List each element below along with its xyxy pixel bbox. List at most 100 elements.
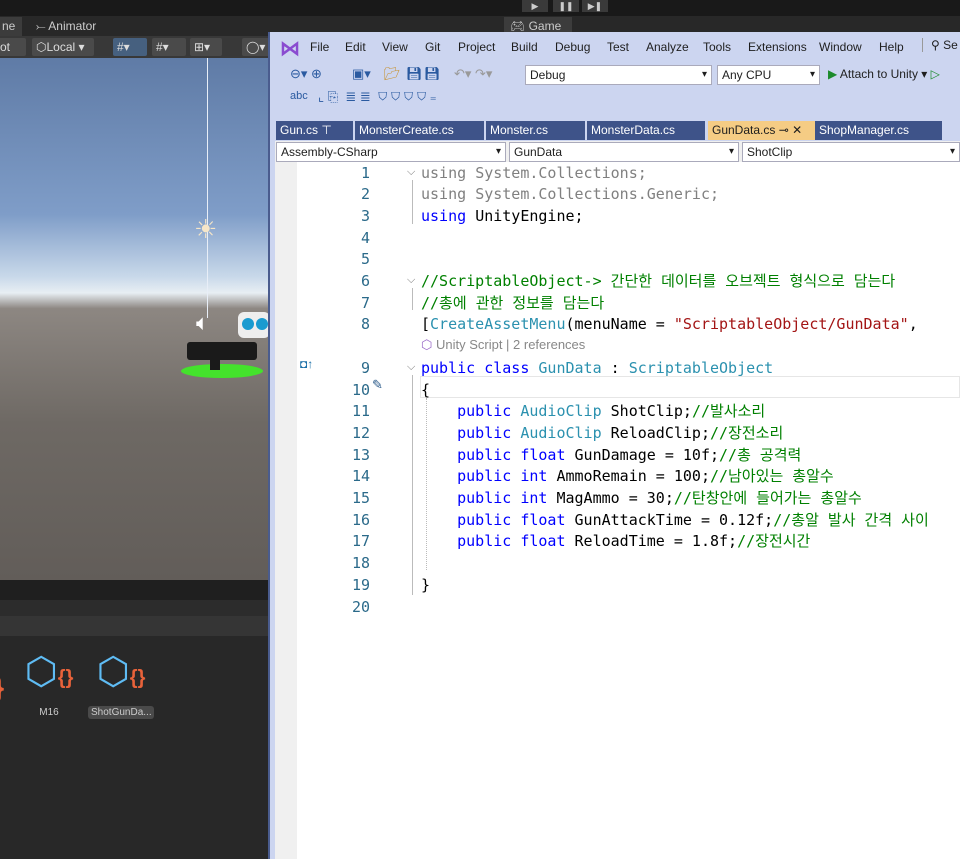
menu-window[interactable]: Window [819, 40, 862, 54]
tab-shopmanager-cs[interactable]: ShopManager.cs [815, 121, 942, 140]
gun-model[interactable] [187, 342, 257, 360]
line-number: 20 [351, 597, 370, 616]
menu-debug[interactable]: Debug [555, 40, 590, 54]
space-dropdown[interactable]: ⬡Local ▾ [32, 38, 94, 56]
platform-dropdown[interactable]: Any CPU [717, 65, 820, 85]
code-token: ShotClip; [601, 402, 692, 421]
scene-view[interactable]: ☀ 🔈︎ [0, 58, 270, 580]
configuration-dropdown[interactable]: Debug [525, 65, 712, 85]
code-token: //발사소리 [691, 402, 766, 421]
fold-toggle-icon[interactable]: ⌵ [407, 361, 415, 374]
code-token: { [421, 380, 431, 399]
fold-guide [412, 375, 413, 595]
search-button[interactable]: ⚲ Se [922, 38, 958, 52]
code-token: UnityEngine; [475, 206, 584, 225]
code-line: [CreateAssetMenu(menuName = "ScriptableO… [421, 313, 918, 335]
line-number: 7 [360, 293, 370, 312]
line-number: 15 [351, 489, 370, 507]
close-tab-icon[interactable]: ⊸ ✕ [775, 123, 802, 137]
menu-tools[interactable]: Tools [703, 40, 731, 54]
tab-monstercreate-cs[interactable]: MonsterCreate.cs [355, 121, 484, 140]
code-token: MagAmmo = 30; [547, 489, 674, 507]
tab-gun-cs[interactable]: Gun.cs ⊤ [276, 121, 353, 140]
quick-action-icon[interactable]: ✎ [372, 377, 383, 393]
open-file-icon[interactable]: 📂︎ [384, 66, 401, 82]
codelens[interactable]: ⬡ Unity Script | 2 references [421, 337, 585, 353]
spellcheck-icon[interactable]: abc [290, 90, 308, 102]
code-token: ReloadClip; [601, 423, 710, 442]
play-icon: ▶ [828, 67, 840, 81]
project-toolbar [0, 600, 270, 616]
code-line: using System.Collections.Generic; [421, 183, 719, 205]
tab-animator[interactable]: ⤚ Animator [30, 17, 102, 36]
audio-source-icon: 🔈︎ [196, 310, 210, 335]
menu-edit[interactable]: Edit [345, 40, 366, 54]
menu-git[interactable]: Git [425, 40, 440, 54]
code-token: int [520, 467, 548, 486]
fold-guide [412, 180, 413, 224]
code-token: //남아있는 총알수 [710, 467, 834, 486]
increment-snap-button[interactable]: #▾ [152, 38, 186, 56]
pin-icon[interactable]: ⊤ [318, 123, 331, 137]
code-token: using [421, 206, 476, 225]
asset-m16[interactable]: ⬡{} M16 [16, 648, 82, 719]
line-number: 9 [360, 358, 370, 377]
member-dropdown[interactable]: ShotClip [742, 142, 960, 162]
menu-analyze[interactable]: Analyze [646, 40, 689, 54]
line-number: 1 [360, 163, 370, 182]
code-line: //총에 관한 정보를 담는다 [421, 292, 604, 314]
code-token: public [421, 402, 521, 421]
code-line: public int AmmoRemain = 100;//남아있는 총알수 [421, 465, 834, 487]
save-icon[interactable]: 💾︎ [406, 66, 423, 82]
pause-button[interactable]: ❚❚ [553, 0, 579, 12]
tab-scene[interactable]: ne [0, 17, 22, 36]
code-token: float [520, 445, 566, 464]
tab-gundata-cs[interactable]: GunData.cs ⊸ ✕ [708, 121, 815, 140]
tab-monsterdata-cs[interactable]: MonsterData.cs [587, 121, 705, 140]
menu-file[interactable]: File [310, 40, 329, 54]
step-button[interactable]: ▶❚ [582, 0, 608, 12]
line-number: 3 [360, 206, 370, 225]
save-all-icon[interactable]: 💾︎ [424, 66, 441, 82]
code-line: //ScriptableObject-> 간단한 데이터를 오브젝트 형식으로 … [421, 270, 895, 292]
code-token: //ScriptableObject-> 간단한 데이터를 오브젝트 형식으로 … [421, 272, 896, 290]
play-button[interactable]: ▶ [522, 0, 548, 12]
line-number: 11 [351, 402, 370, 421]
code-token: AmmoRemain = 100; [547, 467, 710, 486]
menu-project[interactable]: Project [458, 40, 495, 54]
type-dropdown[interactable]: GunData [509, 142, 739, 162]
menu-build[interactable]: Build [511, 40, 538, 54]
tab-monster-cs[interactable]: Monster.cs [486, 121, 585, 140]
scriptable-object-icon: ⬡{} [96, 651, 146, 693]
navigate-back-button[interactable]: ⊖▾ ⊕ [290, 66, 322, 82]
code-token: public [421, 423, 521, 442]
code-token: : [601, 358, 629, 377]
pivot-dropdown[interactable]: ot [0, 38, 26, 56]
grid-snap-button[interactable]: #▾ [113, 38, 147, 56]
code-token: class [484, 358, 539, 377]
line-number: 6 [360, 272, 370, 290]
code-token: //총알 발사 간격 사이 [773, 510, 929, 529]
menu-help[interactable]: Help [879, 40, 904, 54]
code-token: } [421, 575, 431, 594]
light-line [207, 58, 208, 318]
code-token: GunData [538, 358, 602, 377]
menu-test[interactable]: Test [607, 40, 629, 54]
menu-view[interactable]: View [382, 40, 408, 54]
code-token: using [421, 163, 476, 182]
menu-extensions[interactable]: Extensions [748, 40, 807, 54]
camera-gizmo-icon [238, 312, 270, 338]
ruler-button[interactable]: ⊞▾ [190, 38, 222, 56]
project-dropdown[interactable]: Assembly-CSharp [276, 142, 506, 162]
fold-toggle-icon[interactable]: ⌵ [407, 274, 415, 287]
undo-button[interactable]: ↶▾ ↷▾ [454, 66, 492, 82]
code-line: public float ReloadTime = 1.8f;//장전시간 [421, 530, 810, 552]
toolbar-row2-icons[interactable]: ⌞ ⎘ ≣ ≣ ⛉ ⛉ ⛉ ⛉ ₌ [318, 89, 437, 105]
shading-button[interactable]: ◯▾ [242, 38, 270, 56]
scriptable-object-icon: ⬡{} [24, 651, 74, 693]
asset-shotgundata[interactable]: ⬡{} ShotGunDa... [88, 648, 154, 719]
attach-to-unity-button[interactable]: ▶ Attach to Unity ▾ ▷ [828, 67, 940, 81]
fold-toggle-icon[interactable]: ⌵ [407, 166, 415, 179]
new-project-button[interactable]: ▣▾ [352, 66, 371, 82]
code-token: public [421, 510, 521, 529]
